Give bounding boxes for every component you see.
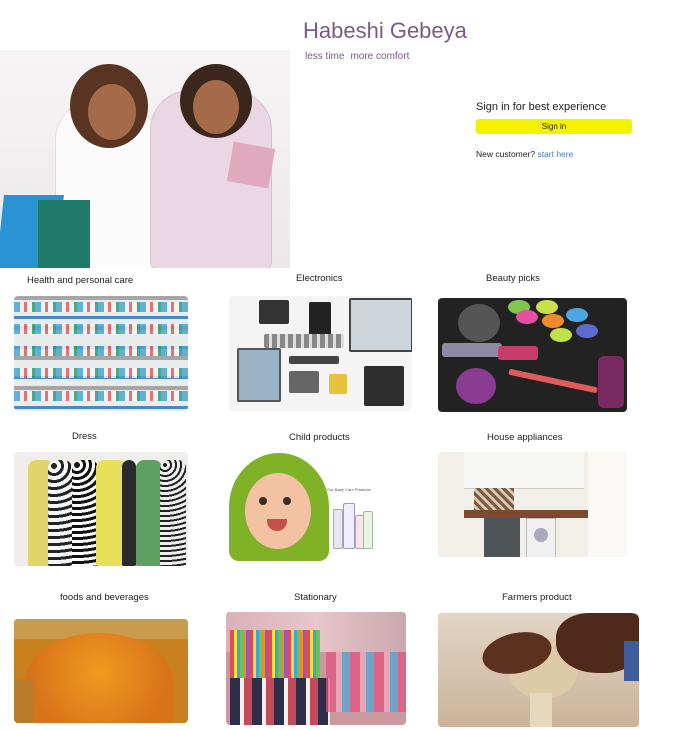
stationary-image[interactable]	[226, 612, 406, 725]
category-label-dress[interactable]: Dress	[72, 431, 97, 442]
new-customer-label: New customer?	[476, 149, 536, 159]
hero-image	[0, 50, 290, 268]
electronics-image[interactable]	[229, 296, 412, 411]
tagline-part: more comfort	[350, 51, 410, 62]
beauty-image[interactable]	[438, 298, 627, 412]
category-label-stationary[interactable]: Stationary	[294, 592, 337, 603]
house-appliances-image[interactable]	[438, 452, 627, 557]
category-label-house[interactable]: House appliances	[487, 432, 563, 443]
site-title: Habeshi Gebeya	[303, 18, 467, 43]
tagline-part: less time	[305, 51, 345, 62]
shopping-bag-green	[38, 200, 90, 268]
dress-image[interactable]	[14, 452, 188, 566]
category-label-child[interactable]: Child products	[289, 432, 350, 443]
tagline: less time more comfort	[305, 51, 415, 62]
hero-face-right	[193, 80, 239, 134]
start-here-link[interactable]: start here	[537, 149, 573, 159]
farmers-image[interactable]	[438, 613, 639, 727]
child-products-image[interactable]: Our Baby Care Products	[229, 453, 384, 561]
category-label-foods[interactable]: foods and beverages	[60, 592, 149, 603]
shopping-bag-pink	[226, 141, 276, 189]
hero-face-left	[88, 84, 136, 140]
child-image-caption: Our Baby Care Products	[327, 487, 371, 492]
category-label-health[interactable]: Health and personal care	[27, 275, 133, 286]
signin-button[interactable]: Sign in	[476, 119, 632, 134]
signin-heading: Sign in for best experience	[476, 101, 607, 113]
category-label-electronics[interactable]: Electronics	[296, 273, 342, 284]
category-label-beauty[interactable]: Beauty picks	[486, 273, 540, 284]
new-customer-text: New customer? start here	[476, 149, 573, 159]
foods-image[interactable]	[14, 619, 188, 723]
health-care-image[interactable]	[14, 296, 188, 411]
category-label-farmers[interactable]: Farmers product	[502, 592, 572, 603]
